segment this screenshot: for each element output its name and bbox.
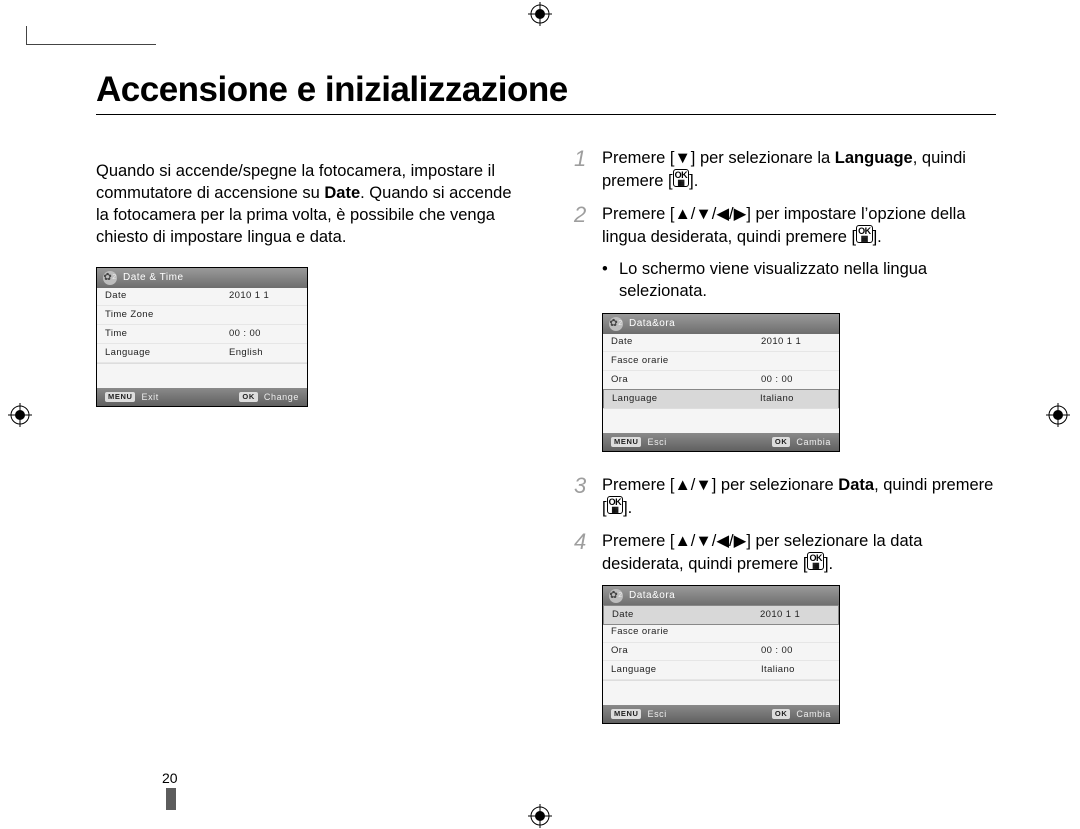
left-icon: ◀ [716, 205, 729, 223]
menu-footer: MENU Exit OK Change [97, 388, 307, 406]
step-2-sub: • Lo schermo viene visualizzato nella li… [602, 258, 996, 303]
ok-icon: OK▦ [807, 552, 824, 570]
menu-title: Data&ora [629, 589, 675, 603]
step-number: 4 [574, 530, 602, 576]
menu-row: Fasce orarie [603, 352, 839, 371]
menu-screenshot-datetime-en: ✿2 Date & Time Date2010 1 1 Time Zone Ti… [96, 267, 308, 407]
step-text: Premere [▲/▼/◀/▶] per impostare l’opzion… [602, 203, 996, 249]
step-text: Premere [▲/▼] per selezionare Data, quin… [602, 474, 996, 520]
up-icon: ▲ [674, 205, 690, 223]
gear-icon: ✿2 [609, 317, 623, 331]
menu-row: Date2010 1 1 [603, 334, 839, 353]
footer-exit: Esci [647, 708, 666, 720]
menu-row: Date2010 1 1 [97, 288, 307, 307]
menu-row: Fasce orarie [603, 624, 839, 643]
sub-text: Lo schermo viene visualizzato nella ling… [619, 258, 996, 303]
down-icon: ▼ [695, 532, 711, 550]
menu-screenshot-dataora-date: ✿2 Data&ora Date2010 1 1 Fasce orarie Or… [602, 585, 840, 724]
step-text: Premere [▲/▼/◀/▶] per selezionare la dat… [602, 530, 996, 576]
ok-pill: OK [772, 437, 790, 447]
registration-mark-top [528, 2, 552, 26]
registration-mark-bottom [528, 804, 552, 828]
left-column: Quando si accende/spegne la fotocamera, … [96, 143, 518, 724]
registration-mark-right [1046, 403, 1070, 427]
right-icon: ▶ [734, 205, 747, 223]
step-4: 4 Premere [▲/▼/◀/▶] per selezionare la d… [574, 530, 996, 576]
footer-exit: Exit [141, 391, 158, 403]
menu-screenshot-dataora-language: ✿2 Data&ora Date2010 1 1 Fasce orarie Or… [602, 313, 840, 452]
step-1: 1 Premere [▼] per selezionare la Languag… [574, 147, 996, 193]
menu-header: ✿2 Data&ora [603, 586, 839, 606]
ok-icon: OK▦ [607, 496, 624, 514]
step-text: Premere [▼] per selezionare la Language,… [602, 147, 996, 193]
down-icon: ▼ [695, 476, 711, 494]
menu-row: Ora00 : 00 [603, 643, 839, 662]
step-2: 2 Premere [▲/▼/◀/▶] per impostare l’opzi… [574, 203, 996, 249]
menu-title: Data&ora [629, 317, 675, 331]
down-icon: ▼ [674, 149, 690, 167]
menu-pill: MENU [611, 437, 641, 447]
menu-row: LanguageItaliano [603, 661, 839, 680]
right-icon: ▶ [734, 532, 747, 550]
gear-icon: ✿2 [609, 589, 623, 603]
menu-row-highlighted: LanguageItaliano [603, 389, 839, 409]
step-number: 3 [574, 474, 602, 520]
menu-row: LanguageEnglish [97, 344, 307, 363]
menu-footer: MENU Esci OK Cambia [603, 705, 839, 723]
page-title: Accensione e inizializzazione [96, 70, 996, 115]
footer-exit: Esci [647, 436, 666, 448]
menu-row-highlighted: Date2010 1 1 [603, 605, 839, 625]
page-number: 20 [162, 770, 178, 786]
gear-icon: ✿2 [103, 271, 117, 285]
right-column: 1 Premere [▼] per selezionare la Languag… [574, 143, 996, 724]
crop-mark [26, 26, 27, 44]
menu-pill: MENU [105, 392, 135, 402]
menu-header: ✿2 Data&ora [603, 314, 839, 334]
page-content: Accensione e inizializzazione Quando si … [96, 70, 996, 780]
menu-footer: MENU Esci OK Cambia [603, 433, 839, 451]
bullet: • [602, 258, 619, 303]
menu-header: ✿2 Date & Time [97, 268, 307, 288]
step-3: 3 Premere [▲/▼] per selezionare Data, qu… [574, 474, 996, 520]
page-tab-marker [166, 788, 176, 810]
ok-pill: OK [772, 709, 790, 719]
menu-pill: MENU [611, 709, 641, 719]
step-number: 1 [574, 147, 602, 193]
left-icon: ◀ [716, 532, 729, 550]
footer-change: Cambia [796, 708, 831, 720]
menu-row: Ora00 : 00 [603, 371, 839, 390]
up-icon: ▲ [674, 532, 690, 550]
ok-pill: OK [239, 392, 257, 402]
step-number: 2 [574, 203, 602, 249]
ok-icon: OK▦ [673, 169, 690, 187]
footer-change: Cambia [796, 436, 831, 448]
menu-row: Time00 : 00 [97, 325, 307, 344]
down-icon: ▼ [695, 205, 711, 223]
registration-mark-left [8, 403, 32, 427]
ok-icon: OK▦ [856, 225, 873, 243]
footer-change: Change [264, 391, 299, 403]
crop-mark [26, 44, 156, 45]
menu-title: Date & Time [123, 271, 184, 285]
up-icon: ▲ [674, 476, 690, 494]
intro-text: Quando si accende/spegne la fotocamera, … [96, 160, 518, 249]
menu-row: Time Zone [97, 306, 307, 325]
